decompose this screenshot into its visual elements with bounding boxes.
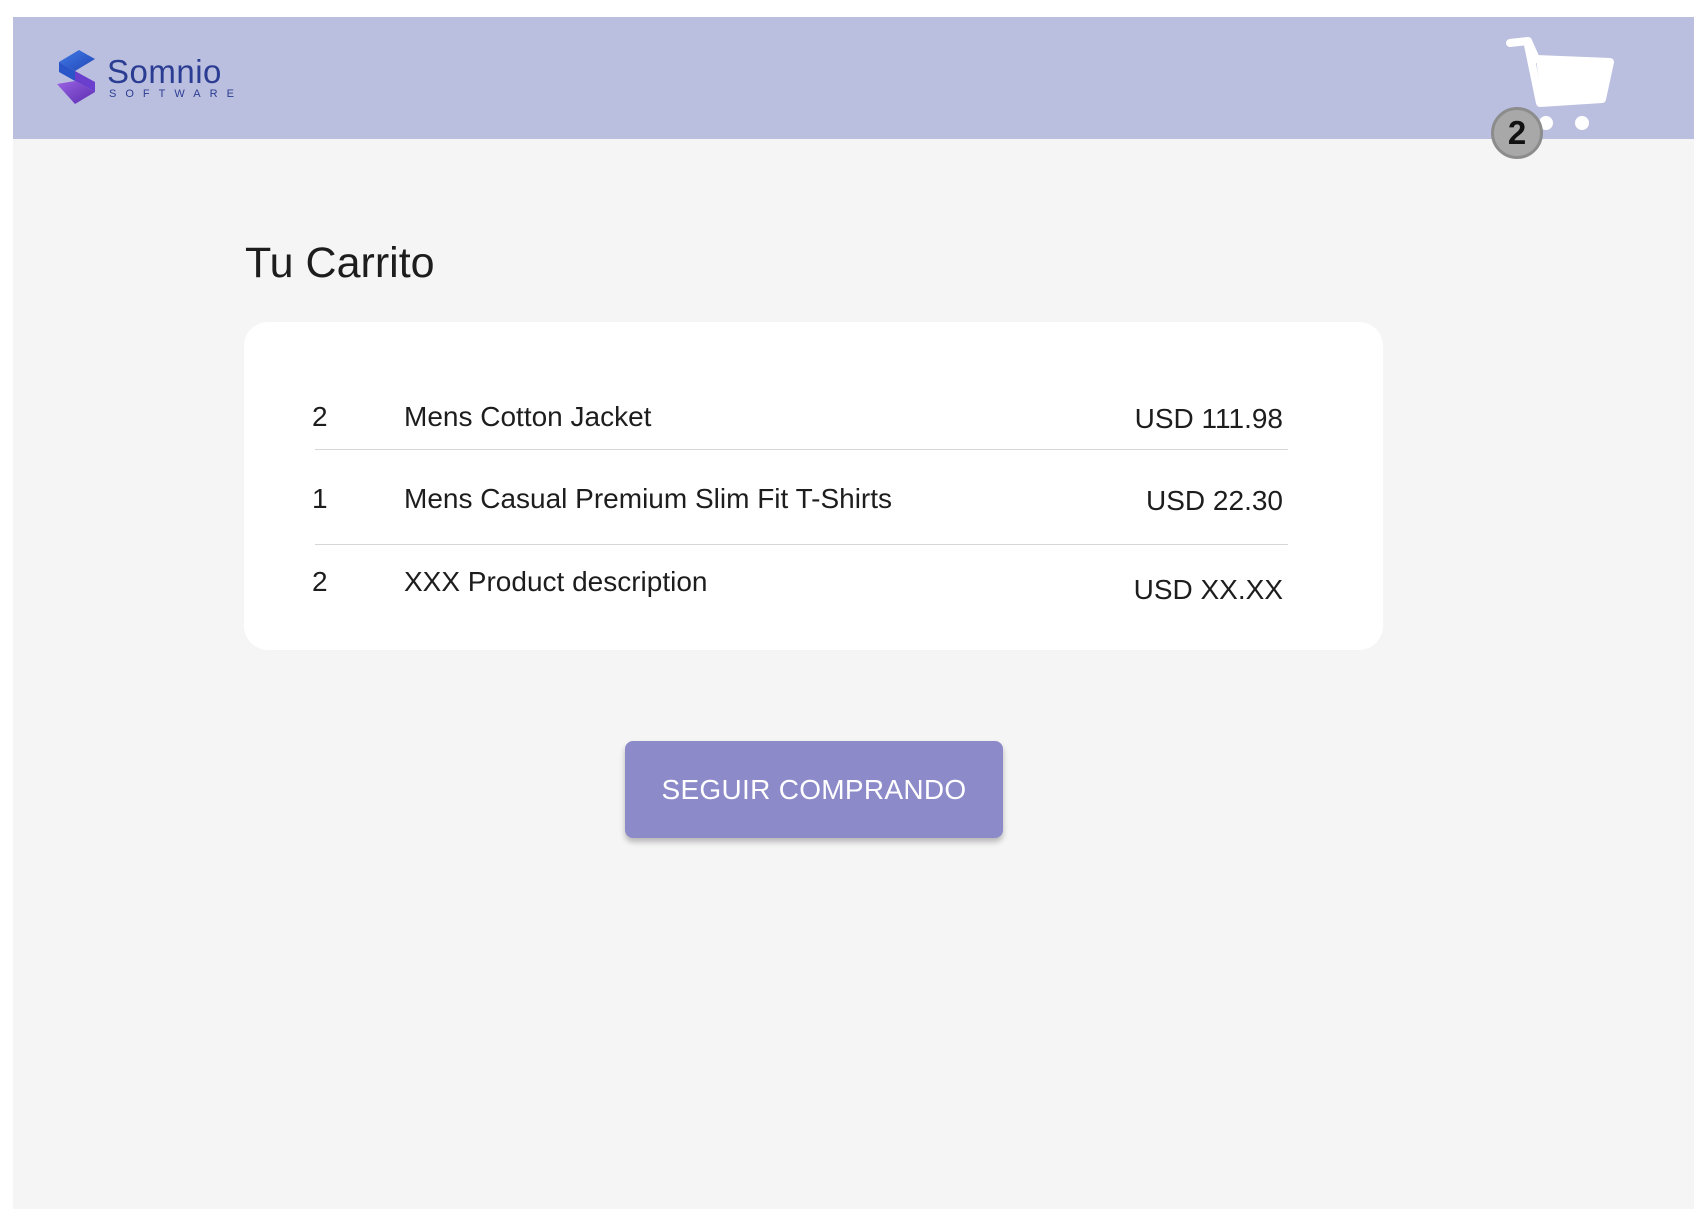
cart-items-card: 2 Mens Cotton Jacket USD 111.98 1 Mens C…	[244, 322, 1383, 650]
continue-shopping-button[interactable]: SEGUIR COMPRANDO	[625, 741, 1003, 838]
logo-subtitle: SOFTWARE	[109, 87, 243, 100]
item-description: Mens Casual Premium Slim Fit T-Shirts	[404, 483, 893, 514]
item-price: USD 111.98	[1134, 403, 1283, 434]
item-description: Mens Cotton Jacket	[404, 401, 652, 432]
item-quantity: 2	[312, 401, 328, 432]
somnio-logo-icon	[57, 50, 95, 104]
cart-button[interactable]: 2	[1491, 37, 1614, 159]
logo-name: Somnio	[107, 52, 222, 90]
row-divider	[315, 449, 1288, 450]
item-quantity: 2	[312, 566, 328, 597]
cart-item-row: 1 Mens Casual Premium Slim Fit T-Shirts …	[312, 483, 1283, 543]
top-header: Somnio SOFTWARE 2	[13, 17, 1694, 159]
cart-item-row: 2 XXX Product description USD XX.XX	[312, 566, 1283, 626]
page-title: Tu Carrito	[245, 239, 435, 287]
item-description: XXX Product description	[404, 566, 708, 597]
item-quantity: 1	[312, 483, 328, 514]
cart-item-row: 2 Mens Cotton Jacket USD 111.98	[312, 401, 1283, 461]
row-divider	[315, 544, 1288, 545]
app-frame: Somnio SOFTWARE 2 Tu Carrito 2 Mens Cott…	[13, 17, 1694, 1209]
item-price: USD 22.30	[1146, 485, 1283, 516]
cart-count-badge: 2	[1491, 107, 1543, 159]
somnio-logo[interactable]: Somnio SOFTWARE	[53, 48, 243, 106]
item-price: USD XX.XX	[1133, 574, 1283, 605]
